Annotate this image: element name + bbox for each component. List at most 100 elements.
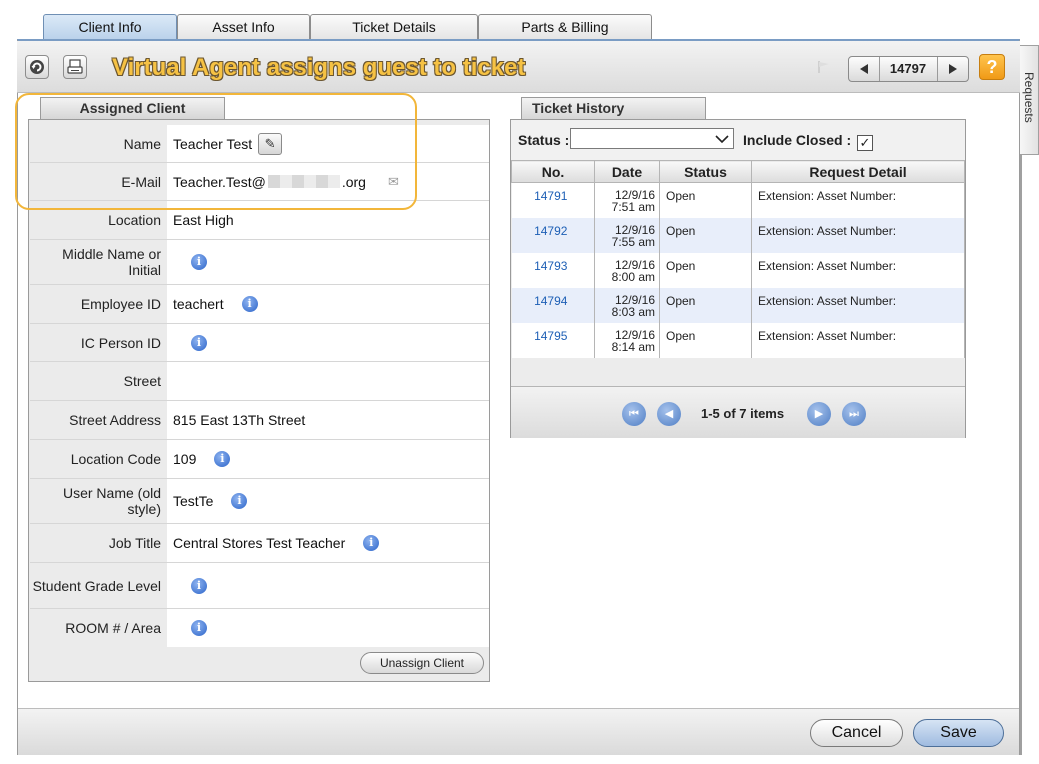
last-page-icon: ⏭ [849,408,859,420]
client-row-job-title: Job Title Central Stores Test Teacher i [30,524,489,563]
first-page-icon: ⏮ [629,408,639,420]
last-page-button[interactable]: ⏭ [842,402,866,426]
first-page-button[interactable]: ⏮ [622,402,646,426]
cancel-button[interactable]: Cancel [810,719,903,747]
previous-ticket-button[interactable] [849,57,880,81]
table-row[interactable]: 14791 12/9/16 7:51 am Open Extension: Ass… [511,182,965,218]
redacted-region [267,175,340,188]
column-header-no[interactable]: No. [511,160,595,183]
status-filter-label: Status : [518,132,570,148]
previous-page-button[interactable]: ◀ [657,402,681,426]
table-row[interactable]: 14794 12/9/16 8:03 am Open Extension: Ass… [511,287,965,323]
refresh-button[interactable] [25,55,49,79]
client-row-middle-name: Middle Name or Initial i [30,240,489,285]
location-code-value: 109 [173,451,197,467]
client-row-employee-id: Employee ID teachert i [30,285,489,324]
help-button[interactable]: ? [979,54,1005,80]
email-value-suffix: .org [341,173,366,190]
edit-client-button[interactable]: ✎ [258,132,283,155]
user-name-label: User Name (old style) [62,485,161,517]
ticket-number: 14797 [889,61,927,76]
client-row-street: Street [30,362,489,401]
name-value-cell: Teacher Test ✎ [167,125,489,162]
info-icon[interactable]: i [191,620,207,636]
info-icon[interactable]: i [191,254,207,270]
time-value: 7:51 am [611,200,655,214]
email-value-prefix: Teacher.Test@ [173,173,266,190]
ic-person-id-label: IC Person ID [80,334,161,351]
save-button[interactable]: Save [913,719,1004,747]
street-address-value: 815 East 13Th Street [173,412,306,428]
email-value-cell: Teacher.Test@ .org ✉ [167,163,489,200]
side-divider [1020,155,1022,755]
ticket-history-table: No. Date Status Request Detail 14791 12/… [511,160,965,358]
column-header-request-detail[interactable]: Request Detail [751,160,965,183]
column-header-date[interactable]: Date [594,160,660,183]
ticket-link[interactable]: 14794 [511,287,595,323]
request-detail-cell: Extension: Asset Number: [751,252,965,288]
table-row[interactable]: 14793 12/9/16 8:00 am Open Extension: Ass… [511,252,965,288]
assigned-client-header: Assigned Client [40,97,225,119]
user-name-value: TestTe [173,493,214,509]
info-icon[interactable]: i [231,493,248,509]
middle-name-label: Middle Name or Initial [62,246,161,278]
ic-person-id-value-cell: i [167,324,489,361]
triangle-left-icon [860,64,868,74]
table-row[interactable]: 14795 12/9/16 8:14 am Open Extension: Ass… [511,322,965,358]
tab-asset-info[interactable]: Asset Info [177,14,310,40]
next-ticket-button[interactable] [937,57,969,81]
client-row-room: ROOM # / Area i [30,609,489,647]
time-value: 8:03 am [611,304,655,319]
print-button[interactable] [63,55,87,79]
annotation-text: Virtual Agent assigns guest to ticket [112,54,526,81]
next-page-button[interactable]: ▶ [807,402,831,426]
table-row[interactable]: 14792 12/9/16 7:55 am Open Extension: Ass… [511,217,965,253]
time-value: 8:14 am [611,339,655,354]
requests-side-tab-label: Requests [1022,72,1036,123]
user-name-value-cell: TestTe i [167,479,489,523]
status-select[interactable] [570,128,734,149]
flag-icon[interactable] [816,59,832,75]
location-label: Location [108,212,161,228]
ticket-link[interactable]: 14791 [511,182,595,218]
request-detail-cell: Extension: Asset Number: [751,287,965,323]
middle-name-value-cell: i [167,240,489,284]
triangle-right-icon [949,64,957,74]
info-icon[interactable]: i [214,451,231,467]
ticket-link[interactable]: 14793 [511,252,595,288]
client-row-grade-level: Student Grade Level i [30,563,489,609]
time-value: 7:55 am [611,234,655,249]
date-cell: 12/9/16 8:00 am [594,252,660,288]
tab-ticket-details[interactable]: Ticket Details [310,14,478,40]
ticket-link[interactable]: 14792 [511,217,595,253]
include-closed-checkbox[interactable]: ✓ [857,135,873,151]
status-cell: Open [659,217,752,253]
info-icon[interactable]: i [241,296,258,312]
mail-icon[interactable]: ✉ [388,174,399,190]
info-icon[interactable]: i [363,535,380,551]
client-info-table: Name Teacher Test ✎ E-Mail Teacher.Test@… [28,119,490,682]
date-value: 12/9/16 [614,292,655,307]
room-value-cell: i [167,609,489,647]
tab-client-info[interactable]: Client Info [43,14,177,41]
client-row-ic-person-id: IC Person ID i [30,324,489,362]
column-header-status[interactable]: Status [659,160,752,183]
street-address-label: Street Address [69,412,161,428]
job-title-label: Job Title [108,535,161,551]
next-page-icon: ▶ [814,408,824,420]
unassign-client-button[interactable]: Unassign Client [360,652,484,674]
client-row-email: E-Mail Teacher.Test@ .org ✉ [30,163,489,201]
info-icon[interactable]: i [191,334,207,351]
request-detail-cell: Extension: Asset Number: [751,217,965,253]
ticket-link[interactable]: 14795 [511,322,595,358]
date-cell: 12/9/16 8:03 am [594,287,660,323]
grade-level-value-cell: i [167,563,489,608]
employee-id-label: Employee ID [80,296,161,312]
pager: ⏮ ◀ 1-5 of 7 items ▶ ⏭ [511,386,965,438]
client-row-name: Name Teacher Test ✎ [30,125,489,163]
info-icon[interactable]: i [191,577,207,594]
name-value: Teacher Test [173,135,253,152]
pencil-icon: ✎ [264,135,276,151]
tab-parts-billing[interactable]: Parts & Billing [478,14,652,40]
status-cell: Open [659,182,752,218]
